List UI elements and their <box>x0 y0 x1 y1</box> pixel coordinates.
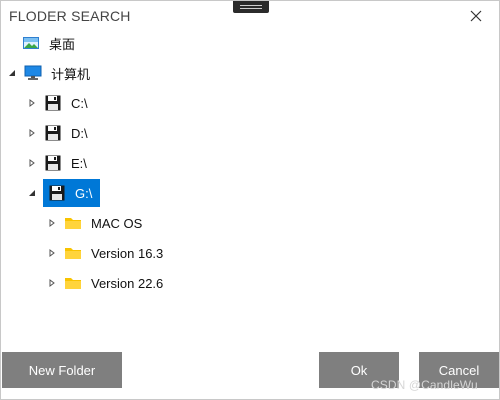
folder-icon <box>63 275 83 291</box>
tree-item-label: 桌面 <box>49 36 76 52</box>
tree-item-label: C:\ <box>71 95 88 111</box>
monitor-icon <box>23 65 43 81</box>
tree-item-label: G:\ <box>75 185 93 201</box>
floppy-disk-icon <box>47 185 67 201</box>
expand-arrow-icon[interactable] <box>47 248 57 258</box>
tree-item-label: D:\ <box>71 125 88 141</box>
tree-item-folder[interactable]: Version 16.3 <box>47 241 163 265</box>
folder-icon <box>63 245 83 261</box>
watermark: CSDN @CandleWu <box>371 378 478 392</box>
tree-item-drive-d[interactable]: D:\ <box>27 121 88 145</box>
drag-grip-icon[interactable] <box>233 1 269 13</box>
expand-arrow-icon[interactable] <box>47 218 57 228</box>
expand-arrow-icon[interactable] <box>27 98 37 108</box>
folder-icon <box>63 215 83 231</box>
close-icon[interactable] <box>465 5 487 27</box>
tree-item-folder[interactable]: Version 22.6 <box>47 271 163 295</box>
new-folder-button[interactable]: New Folder <box>2 352 122 388</box>
tree-item-desktop[interactable]: 桌面 <box>21 31 75 55</box>
tree-item-label: Version 16.3 <box>91 245 164 261</box>
tree-item-folder[interactable]: MAC OS <box>47 211 142 235</box>
tree-item-drive-e[interactable]: E:\ <box>27 151 87 175</box>
collapse-arrow-icon[interactable] <box>7 68 17 78</box>
floppy-disk-icon <box>43 155 63 171</box>
dialog-title: FLODER SEARCH <box>9 8 131 24</box>
tree-item-label: 计算机 <box>51 66 91 82</box>
selected-item-highlight[interactable]: G:\ <box>43 179 101 207</box>
tree-item-drive-c[interactable]: C:\ <box>27 91 88 115</box>
desktop-image-icon <box>21 35 41 51</box>
expand-arrow-icon[interactable] <box>47 278 57 288</box>
folder-search-dialog: FLODER SEARCH 桌面 计算机 C:\ D:\ E:\ G:\ MAC… <box>0 0 500 400</box>
floppy-disk-icon <box>43 125 63 141</box>
expand-arrow-icon[interactable] <box>27 158 37 168</box>
tree-item-computer[interactable]: 计算机 <box>7 61 90 85</box>
collapse-arrow-icon[interactable] <box>27 188 37 198</box>
tree-item-label: E:\ <box>71 155 87 171</box>
floppy-disk-icon <box>43 95 63 111</box>
expand-arrow-icon[interactable] <box>27 128 37 138</box>
tree-item-label: Version 22.6 <box>91 275 164 291</box>
tree-item-drive-g[interactable]: G:\ <box>27 179 101 207</box>
tree-item-label: MAC OS <box>91 215 143 231</box>
